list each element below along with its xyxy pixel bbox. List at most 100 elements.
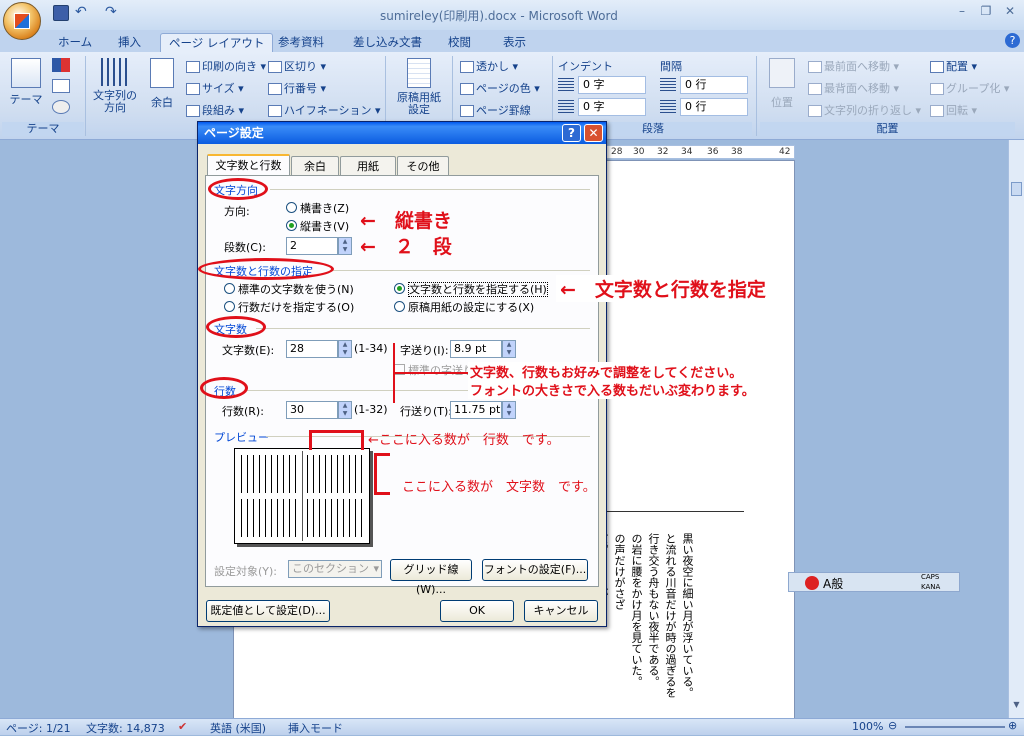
redo-icon[interactable]: ↷ bbox=[105, 5, 121, 21]
indent-right-input[interactable]: 0 字 bbox=[578, 98, 646, 116]
columns-input[interactable]: 2 bbox=[286, 237, 338, 255]
minimize-button[interactable]: – bbox=[951, 4, 973, 20]
theme-button[interactable]: テーマ bbox=[8, 58, 44, 112]
annotation-chars-hint: ここに入る数が 文字数 です。 bbox=[402, 480, 596, 495]
help-icon[interactable]: ? bbox=[1005, 33, 1020, 48]
office-button[interactable] bbox=[3, 2, 41, 40]
breaks-button[interactable]: 区切り ▾ bbox=[268, 58, 326, 74]
tab-chars-lines[interactable]: 文字数と行数 bbox=[207, 154, 290, 176]
bring-front-button[interactable]: 最前面へ移動 ▾ bbox=[808, 58, 899, 74]
tab-other[interactable]: その他 bbox=[397, 156, 449, 176]
tab-mailings[interactable]: 差し込み文書 bbox=[345, 33, 430, 52]
tab-view[interactable]: 表示 bbox=[495, 33, 534, 52]
radio-vertical[interactable]: 縦書き(V) bbox=[286, 218, 349, 234]
columns-spinner[interactable]: ▲ ▼ bbox=[338, 237, 352, 255]
theme-colors-icon[interactable] bbox=[52, 58, 70, 72]
hyphenation-button[interactable]: ハイフネーション ▾ bbox=[268, 102, 381, 118]
set-default-button[interactable]: 既定値として設定(D)... bbox=[206, 600, 330, 622]
scroll-arrow-down-icon[interactable]: ▼ bbox=[1011, 700, 1022, 714]
theme-icon bbox=[11, 58, 41, 88]
column-divider bbox=[604, 511, 744, 512]
orientation-icon bbox=[186, 61, 200, 73]
page-color-button[interactable]: ページの色 ▾ bbox=[460, 80, 540, 96]
send-back-button[interactable]: 最背面へ移動 ▾ bbox=[808, 80, 899, 96]
ime-mode[interactable]: A般 bbox=[823, 575, 843, 592]
lines-input[interactable]: 30 bbox=[286, 401, 338, 419]
tab-references[interactable]: 参考資料 bbox=[270, 33, 332, 52]
rotate-button[interactable]: 回転 ▾ bbox=[930, 102, 977, 118]
lines-spinner[interactable]: ▲ ▼ bbox=[338, 401, 352, 419]
rotate-icon bbox=[930, 105, 944, 117]
std-pitch-checkbox[interactable]: 標準の字送り bbox=[394, 362, 474, 378]
line-pitch-spinner[interactable]: ▲ ▼ bbox=[502, 401, 516, 419]
apply-to-label: 設定対象(Y): bbox=[214, 565, 278, 578]
size-button[interactable]: サイズ ▾ bbox=[186, 80, 244, 96]
chars-input[interactable]: 28 bbox=[286, 340, 338, 358]
watermark-button[interactable]: 透かし ▾ bbox=[460, 58, 518, 74]
ime-toolbar[interactable]: A般 CAPS KANA bbox=[788, 572, 960, 592]
status-page[interactable]: ページ: 1/21 bbox=[6, 720, 71, 736]
status-language[interactable]: 英語 (米国) bbox=[210, 720, 266, 736]
dialog-close-button[interactable]: ✕ bbox=[584, 124, 603, 142]
theme-fonts-icon[interactable] bbox=[52, 79, 70, 93]
zoom-slider[interactable] bbox=[905, 726, 1005, 728]
chars-spinner[interactable]: ▲ ▼ bbox=[338, 340, 352, 358]
tab-margins[interactable]: 余白 bbox=[291, 156, 339, 176]
status-zoom[interactable]: 100% bbox=[852, 720, 883, 733]
window-title: sumireley(印刷用).docx - Microsoft Word bbox=[380, 9, 618, 23]
ok-button[interactable]: OK bbox=[440, 600, 514, 622]
char-pitch-spinner[interactable]: ▲ ▼ bbox=[502, 340, 516, 358]
direction-label: 方向: bbox=[224, 205, 250, 218]
orientation-button[interactable]: 印刷の向き ▾ bbox=[186, 58, 266, 74]
tab-insert[interactable]: 挿入 bbox=[110, 33, 149, 52]
undo-icon[interactable]: ↶ bbox=[75, 5, 91, 21]
grid-lines-button[interactable]: グリッド線(W)... bbox=[390, 559, 472, 596]
theme-effects-icon[interactable] bbox=[52, 100, 70, 114]
text-wrap-button[interactable]: 文字列の折り返し ▾ bbox=[808, 102, 921, 118]
indent-left-input[interactable]: 0 字 bbox=[578, 76, 646, 94]
position-button[interactable]: 位置 bbox=[764, 58, 800, 110]
columns-label: 段数(C): bbox=[224, 241, 266, 254]
margins-button[interactable]: 余白 bbox=[147, 58, 177, 118]
proofing-icon[interactable]: ✔ bbox=[178, 720, 187, 733]
restore-button[interactable]: ❐ bbox=[975, 4, 997, 20]
radio-standard[interactable]: 標準の文字数を使う(N) bbox=[224, 281, 354, 297]
line-numbers-button[interactable]: 行番号 ▾ bbox=[268, 80, 326, 96]
spacing-after-input[interactable]: 0 行 bbox=[680, 98, 748, 116]
radio-horizontal[interactable]: 横書き(Z) bbox=[286, 200, 349, 216]
spacing-before-input[interactable]: 0 行 bbox=[680, 76, 748, 94]
text-column: の岩に腰をかけ月を見ていた。 bbox=[630, 533, 643, 687]
font-settings-button[interactable]: フォントの設定(F)... bbox=[482, 559, 588, 581]
radio-genko[interactable]: 原稿用紙の設定にする(X) bbox=[394, 299, 534, 315]
align-button[interactable]: 配置 ▾ bbox=[930, 58, 977, 74]
dialog-help-button[interactable]: ? bbox=[562, 124, 581, 142]
close-button[interactable]: ✕ bbox=[999, 4, 1021, 20]
page-borders-button[interactable]: ページ罫線 bbox=[460, 102, 531, 118]
save-icon[interactable] bbox=[53, 5, 69, 21]
ime-caps: CAPS bbox=[921, 573, 940, 581]
spacing-label: 間隔 bbox=[660, 60, 682, 73]
status-mode[interactable]: 挿入モード bbox=[288, 720, 343, 736]
radio-specify-both[interactable]: 文字数と行数を指定する(H) bbox=[394, 281, 548, 297]
send-back-icon bbox=[808, 83, 822, 95]
group-label-theme: テーマ bbox=[2, 122, 84, 136]
genko-button[interactable]: 原稿用紙設定 bbox=[393, 58, 445, 116]
tab-home[interactable]: ホーム bbox=[50, 33, 100, 52]
zoom-in-icon[interactable]: ⊕ bbox=[1008, 719, 1017, 732]
tab-paper[interactable]: 用紙 bbox=[340, 156, 396, 176]
zoom-out-icon[interactable]: ⊖ bbox=[888, 719, 897, 732]
group-button[interactable]: グループ化 ▾ bbox=[930, 80, 1009, 96]
scroll-thumb[interactable] bbox=[1011, 182, 1022, 196]
radio-lines-only[interactable]: 行数だけを指定する(O) bbox=[224, 299, 354, 315]
columns-button[interactable]: 段組み ▾ bbox=[186, 102, 244, 118]
tab-page-layout[interactable]: ページ レイアウト bbox=[160, 33, 274, 52]
tab-review[interactable]: 校閲 bbox=[440, 33, 479, 52]
char-pitch-input[interactable]: 8.9 pt bbox=[450, 340, 502, 358]
apply-to-select[interactable]: このセクション ▾ bbox=[288, 560, 382, 578]
vertical-scrollbar[interactable]: ▼ bbox=[1008, 140, 1024, 718]
margins-icon bbox=[150, 58, 174, 88]
line-pitch-input[interactable]: 11.75 pt bbox=[450, 401, 502, 419]
cancel-button[interactable]: キャンセル bbox=[524, 600, 598, 622]
status-words[interactable]: 文字数: 14,873 bbox=[86, 720, 165, 736]
text-direction-button[interactable]: 文字列の方向 bbox=[90, 58, 140, 118]
